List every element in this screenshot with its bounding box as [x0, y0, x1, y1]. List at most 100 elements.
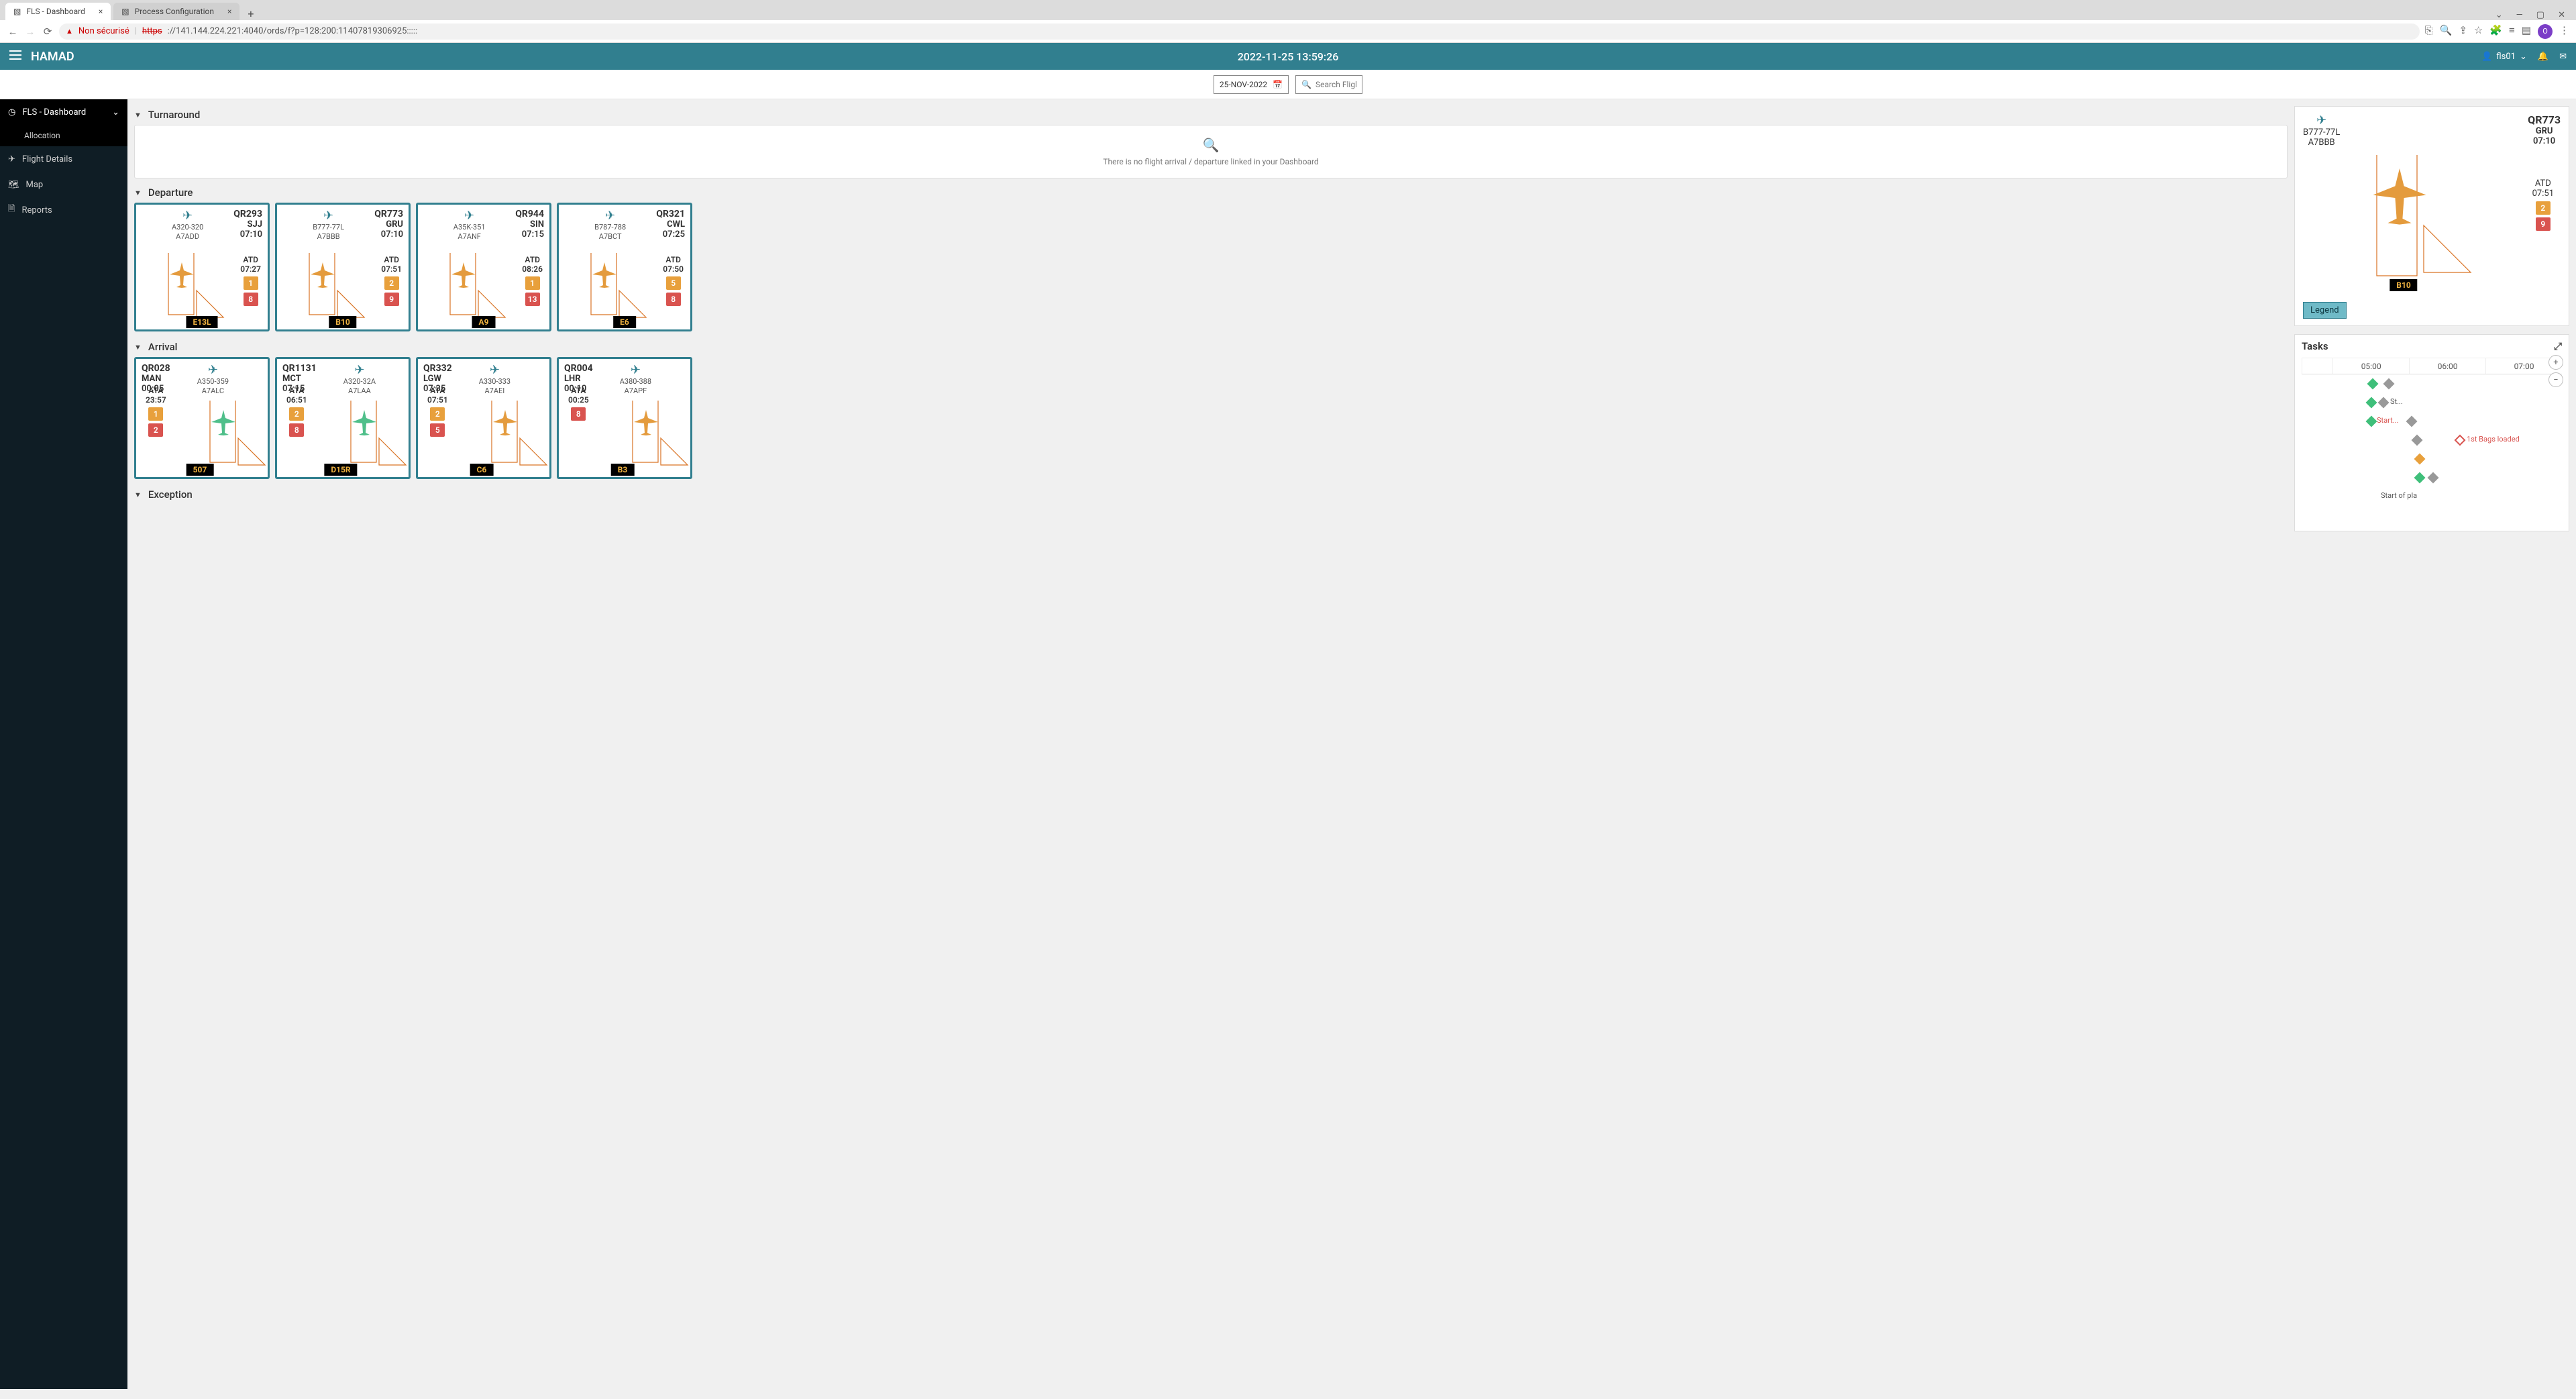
- departure-card[interactable]: ✈ B777-77L A7BBB QR773 GRU 07:10 ATD 07:…: [275, 203, 411, 331]
- departure-card[interactable]: ✈ B787-788 A7BCT QR321 CWL 07:25 ATD 07:…: [557, 203, 692, 331]
- aircraft-type: A380-388: [620, 377, 651, 386]
- flight-number: QR293: [233, 209, 262, 219]
- task-marker[interactable]: [2366, 416, 2377, 427]
- task-marker[interactable]: [2383, 378, 2395, 390]
- task-marker[interactable]: [2455, 435, 2466, 446]
- calendar-icon: 📅: [1273, 80, 1283, 89]
- status-badge: 2: [430, 407, 445, 421]
- legend-button[interactable]: Legend: [2303, 302, 2347, 319]
- origin: LGW: [423, 374, 452, 384]
- search-flight-box[interactable]: 🔍: [1295, 75, 1362, 94]
- atd-label: ATD: [240, 255, 261, 264]
- collapse-toggle[interactable]: ▼: [134, 343, 142, 352]
- arrival-card[interactable]: QR332 LGW 07:35 ✈ A330-333 A7AEI ATA 07:…: [416, 357, 551, 479]
- bell-icon[interactable]: 🔔: [2538, 52, 2548, 62]
- gate-label: D15R: [324, 464, 357, 476]
- task-label: Start...: [2377, 416, 2398, 425]
- sidebar-item-flight-details[interactable]: ✈ Flight Details: [0, 146, 127, 172]
- stand-diagram: [282, 250, 376, 324]
- mail-icon[interactable]: ✉: [2559, 52, 2567, 62]
- tasks-panel: Tasks ⤢ 05:00 06:00 07:00 St...Start...1…: [2294, 334, 2569, 531]
- hamburger-icon[interactable]: [9, 50, 21, 62]
- zoom-out-button[interactable]: −: [2548, 372, 2563, 387]
- collapse-toggle[interactable]: ▼: [134, 111, 142, 119]
- arrival-card[interactable]: QR004 LHR 00:10 ✈ A380-388 A7APF ATA 00:…: [557, 357, 692, 479]
- collapse-toggle[interactable]: ▼: [134, 490, 142, 499]
- section-title: Arrival: [148, 341, 178, 353]
- flight-number: QR321: [656, 209, 685, 219]
- task-marker[interactable]: [2414, 454, 2426, 465]
- aircraft-reg: A7BCT: [564, 232, 656, 242]
- close-window-icon[interactable]: ✕: [2558, 10, 2565, 20]
- browser-tab-active[interactable]: ▧ FLS - Dashboard ×: [5, 3, 111, 20]
- arrival-card[interactable]: QR028 MAN 00:05 ✈ A350-359 A7ALC ATA 23:…: [134, 357, 270, 479]
- reading-list-icon[interactable]: ≡: [2509, 24, 2515, 39]
- stand-diagram: [606, 398, 700, 472]
- status-badge: 8: [571, 407, 586, 421]
- forward-button[interactable]: →: [24, 25, 36, 38]
- task-marker[interactable]: [2406, 416, 2418, 427]
- zoom-icon[interactable]: 🔍: [2440, 24, 2453, 39]
- task-marker[interactable]: [2428, 472, 2439, 484]
- kebab-menu-icon[interactable]: ⋮: [2559, 24, 2569, 39]
- share-icon[interactable]: ⇪: [2459, 24, 2467, 39]
- departure-card[interactable]: ✈ A320-320 A7ADD QR293 SJJ 07:10 ATD 07:…: [134, 203, 270, 331]
- sidebar-item-dashboard[interactable]: ◷ FLS - Dashboard ⌄: [0, 99, 127, 125]
- atd-time: 07:51: [381, 264, 402, 274]
- task-marker[interactable]: [2412, 435, 2423, 446]
- aircraft-reg: A7AEI: [479, 386, 511, 396]
- task-marker[interactable]: [2378, 397, 2390, 409]
- task-label: 1st Bags loaded: [2467, 435, 2520, 444]
- stand-diagram: [465, 398, 559, 472]
- atd-label: ATD: [2532, 178, 2554, 189]
- gate-label: B10: [2390, 279, 2417, 291]
- expand-icon[interactable]: ⤢: [2554, 340, 2562, 352]
- gate-label: B10: [329, 316, 356, 328]
- tab-favicon: ▧: [121, 7, 129, 16]
- reload-button[interactable]: ⟳: [42, 25, 54, 38]
- sidebar-label: Allocation: [24, 131, 60, 140]
- destination: SJJ: [233, 219, 262, 229]
- side-panel-icon[interactable]: ▤: [2522, 24, 2531, 39]
- browser-tab-inactive[interactable]: ▧ Process Configuration ×: [113, 3, 239, 20]
- date-picker[interactable]: 25-NOV-2022 📅: [1214, 75, 1289, 94]
- aircraft-reg: A7LAA: [343, 386, 376, 396]
- extensions-icon[interactable]: 🧩: [2489, 24, 2502, 39]
- zoom-in-button[interactable]: +: [2548, 355, 2563, 370]
- bookmark-icon[interactable]: ☆: [2474, 24, 2483, 39]
- task-marker[interactable]: [2366, 397, 2377, 409]
- task-marker[interactable]: [2414, 472, 2426, 484]
- task-row: [2302, 374, 2562, 393]
- task-row: St...: [2302, 393, 2562, 412]
- sidebar-item-allocation[interactable]: Allocation: [0, 125, 127, 146]
- status-badge: 9: [2536, 217, 2551, 231]
- close-tab-icon[interactable]: ×: [227, 7, 231, 16]
- tab-favicon: ▧: [13, 7, 21, 16]
- new-tab-button[interactable]: +: [242, 7, 259, 20]
- sidebar-label: Map: [26, 180, 44, 190]
- plane-icon: ✈: [8, 154, 15, 164]
- tasks-title: Tasks: [2302, 340, 2328, 352]
- stand-diagram: [324, 398, 418, 472]
- takeoff-icon: ✈: [564, 209, 656, 223]
- search-input[interactable]: [1316, 80, 1356, 89]
- sidebar-item-map[interactable]: 🗺 Map: [0, 172, 127, 197]
- task-label: St...: [2390, 397, 2403, 406]
- maximize-icon[interactable]: ▢: [2536, 10, 2544, 20]
- chevron-down-icon[interactable]: ⌄: [2496, 10, 2503, 20]
- landing-icon: ✈: [343, 363, 376, 377]
- task-marker[interactable]: [2367, 378, 2379, 390]
- arrival-card[interactable]: QR1131 MCT 07:15 ✈ A320-32A A7LAA ATA 06…: [275, 357, 411, 479]
- close-tab-icon[interactable]: ×: [99, 7, 103, 16]
- sidebar-item-reports[interactable]: 🗎 Reports: [0, 197, 127, 223]
- address-bar[interactable]: ▲ Non sécurisé | https://141.144.224.221…: [59, 23, 2420, 40]
- minimize-icon[interactable]: —: [2516, 10, 2523, 20]
- user-menu[interactable]: 👤 fls01 ⌄: [2481, 52, 2527, 62]
- chevron-down-icon: ⌄: [112, 107, 119, 117]
- back-button[interactable]: ←: [7, 25, 19, 38]
- profile-avatar[interactable]: O: [2538, 24, 2553, 39]
- translate-icon[interactable]: ⎘: [2425, 24, 2433, 39]
- atd-label: ATD: [522, 255, 543, 264]
- departure-card[interactable]: ✈ A35K-351 A7ANF QR944 SIN 07:15 ATD 08:…: [416, 203, 551, 331]
- collapse-toggle[interactable]: ▼: [134, 189, 142, 197]
